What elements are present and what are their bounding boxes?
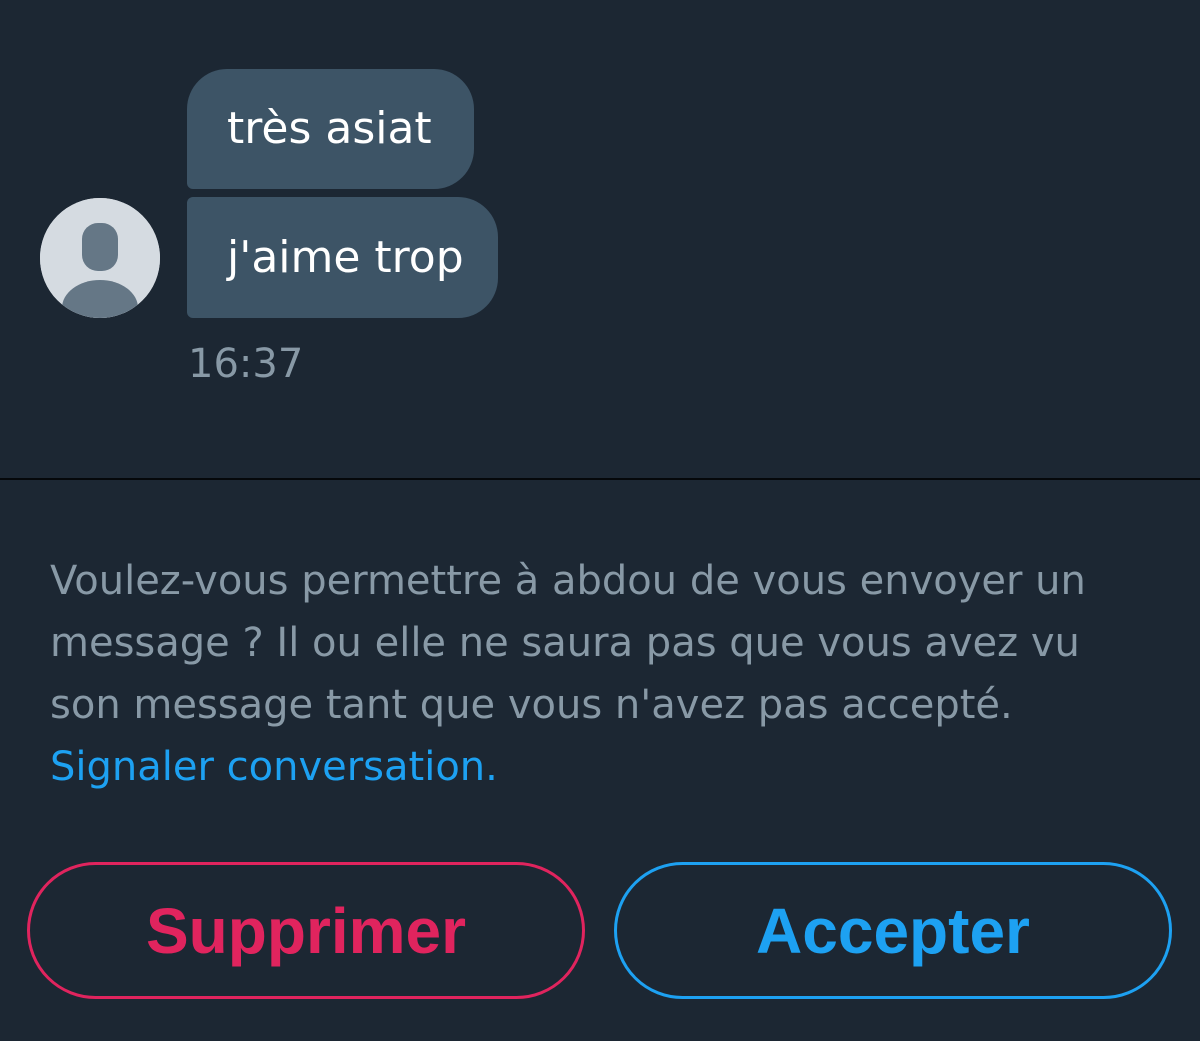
divider <box>0 478 1200 480</box>
message-timestamp: 16:37 <box>188 341 304 387</box>
report-conversation-link[interactable]: Signaler conversation. <box>50 744 498 790</box>
message-request-notice: Voulez-vous permettre à abdou de vous en… <box>50 550 1160 798</box>
avatar[interactable] <box>40 198 160 318</box>
message-bubble[interactable]: j'aime trop <box>187 197 498 318</box>
message-text: j'aime trop <box>227 231 464 283</box>
message-bubble[interactable]: très asiat <box>187 69 474 189</box>
message-text: très asiat <box>227 103 432 154</box>
delete-button[interactable]: Supprimer <box>27 862 585 999</box>
delete-button-label: Supprimer <box>145 894 467 967</box>
dm-request-screen: très asiat j'aime trop 16:37 Voulez-vous… <box>0 0 1200 1041</box>
accept-button[interactable]: Accepter <box>614 862 1172 999</box>
accept-button-label: Accepter <box>756 894 1030 967</box>
request-description: Voulez-vous permettre à abdou de vous en… <box>50 558 1086 728</box>
default-profile-icon <box>40 198 160 318</box>
